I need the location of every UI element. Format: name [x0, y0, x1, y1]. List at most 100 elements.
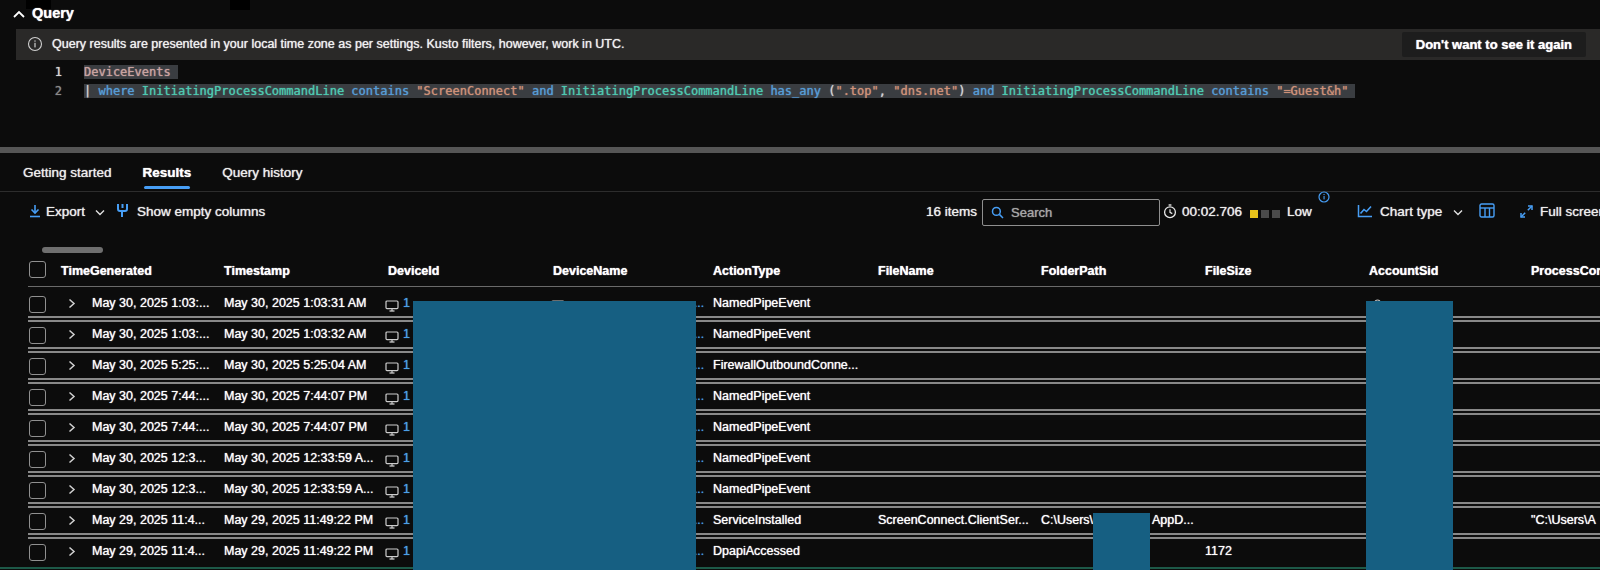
row-expand-icon[interactable]	[66, 453, 77, 464]
cell-filesize: 1172	[1205, 539, 1232, 564]
row-expand-icon[interactable]	[66, 298, 77, 309]
export-chevron-icon[interactable]	[94, 209, 106, 238]
column-header-filesize[interactable]: FileSize	[1205, 256, 1252, 286]
query-section-title: Query	[32, 5, 74, 21]
dismiss-banner-button[interactable]: Don't want to see it again	[1402, 32, 1586, 57]
row-checkbox[interactable]	[29, 482, 46, 499]
row-checkbox[interactable]	[29, 296, 46, 313]
cell-processcommandline: "C:\Users\A	[1531, 508, 1596, 533]
device-icon	[385, 362, 399, 374]
chart-type-chevron-icon[interactable]	[1452, 209, 1464, 238]
advanced-hunting-page: Query Query results are presented in you…	[0, 0, 1600, 570]
row-checkbox[interactable]	[29, 420, 46, 437]
cell-timestamp: May 30, 2025 7:44:07 PM	[224, 415, 367, 440]
device-icon	[385, 486, 399, 498]
table-row[interactable]: May 30, 2025 12:3... May 30, 2025 12:33:5…	[0, 446, 1600, 477]
device-icon	[385, 517, 399, 529]
row-expand-icon[interactable]	[66, 391, 77, 402]
column-header-accountsid[interactable]: AccountSid	[1369, 256, 1438, 286]
row-checkbox[interactable]	[29, 513, 46, 530]
row-checkbox[interactable]	[29, 451, 46, 468]
cell-deviceid[interactable]: 1	[403, 291, 410, 316]
column-header-filename[interactable]: FileName	[878, 256, 934, 286]
device-icon	[385, 424, 399, 436]
results-tab-bar: Getting started Results Query history	[23, 160, 303, 186]
chart-type-button[interactable]: Chart type	[1380, 197, 1442, 226]
row-expand-icon[interactable]	[66, 546, 77, 557]
row-checkbox[interactable]	[29, 389, 46, 406]
grid-scrollbar-thumb[interactable]	[42, 247, 103, 253]
export-button[interactable]: Export	[46, 197, 85, 226]
show-empty-columns-button[interactable]: Show empty columns	[137, 197, 265, 226]
search-placeholder: Search	[1011, 198, 1052, 227]
tab-results[interactable]: Results	[143, 160, 192, 186]
info-banner-text: Query results are presented in your loca…	[52, 37, 624, 51]
cell-deviceid[interactable]: 1	[403, 322, 410, 347]
bottom-divider	[0, 567, 1600, 569]
row-expand-icon[interactable]	[66, 360, 77, 371]
collapse-query-icon[interactable]	[12, 9, 26, 19]
select-all-checkbox[interactable]	[29, 261, 46, 278]
column-header-actiontype[interactable]: ActionType	[713, 256, 780, 286]
cell-timestamp: May 29, 2025 11:49:22 PM	[224, 539, 373, 564]
row-expand-icon[interactable]	[66, 515, 77, 526]
column-header-timegenerated[interactable]: TimeGenerated	[61, 256, 152, 286]
cell-actiontype: NamedPipeEvent	[713, 477, 810, 502]
table-row[interactable]: May 30, 2025 1:03:...May 30, 2025 1:03:3…	[0, 291, 1600, 322]
cell-timegenerated: May 30, 2025 1:03:...	[92, 322, 209, 347]
chart-type-icon	[1357, 204, 1373, 233]
tab-query-history[interactable]: Query history	[222, 160, 302, 186]
tab-getting-started[interactable]: Getting started	[23, 160, 112, 186]
cell-deviceid[interactable]: 1	[403, 384, 410, 409]
cell-deviceid[interactable]: 1	[403, 477, 410, 502]
cell-timestamp: May 30, 2025 7:44:07 PM	[224, 384, 367, 409]
cell-timestamp: May 30, 2025 12:33:59 A...	[224, 446, 373, 471]
column-header-folderpath[interactable]: FolderPath	[1041, 256, 1106, 286]
resource-usage-info-icon[interactable]	[1318, 191, 1330, 220]
column-header-devicename[interactable]: DeviceName	[553, 256, 627, 286]
cell-deviceid[interactable]: 1	[403, 539, 410, 564]
top-artifact	[230, 0, 250, 10]
cell-actiontype: DpapiAccessed	[713, 539, 800, 564]
row-expand-icon[interactable]	[66, 422, 77, 433]
duration-icon	[1163, 204, 1177, 233]
cell-deviceid[interactable]: 1	[403, 353, 410, 378]
cell-deviceid[interactable]: 1	[403, 508, 410, 533]
row-checkbox[interactable]	[29, 358, 46, 375]
resource-usage-label: Low	[1287, 197, 1312, 226]
cell-folderpath: C:\Users\	[1041, 508, 1093, 533]
cell-timestamp: May 30, 2025 1:03:31 AM	[224, 291, 366, 316]
grid-view-icon[interactable]	[1479, 203, 1495, 232]
show-empty-columns-icon	[114, 202, 131, 231]
cell-timestamp: May 29, 2025 11:49:22 PM	[224, 508, 373, 533]
row-expand-icon[interactable]	[66, 484, 77, 495]
cell-filename: ScreenConnect.ClientSer...	[878, 508, 1029, 533]
column-header-timestamp[interactable]: Timestamp	[224, 256, 290, 286]
table-row[interactable]: May 30, 2025 12:3...May 30, 2025 12:33:5…	[0, 477, 1600, 508]
cell-deviceid[interactable]: 1	[403, 415, 410, 440]
table-row[interactable]: May 29, 2025 11:4...May 29, 2025 11:49:2…	[0, 539, 1600, 570]
row-checkbox[interactable]	[29, 544, 46, 561]
device-icon	[385, 331, 399, 343]
table-row[interactable]: May 30, 2025 7:44:...May 30, 2025 7:44:0…	[0, 384, 1600, 415]
row-expand-icon[interactable]	[66, 329, 77, 340]
cell-actiontype: ServiceInstalled	[713, 508, 801, 533]
full-screen-button[interactable]: Full screen	[1540, 197, 1600, 226]
table-row[interactable]: May 30, 2025 5:25:...May 30, 2025 5:25:0…	[0, 353, 1600, 384]
cell-timegenerated: May 30, 2025 12:3...	[92, 446, 206, 471]
editor-results-divider[interactable]	[0, 147, 1600, 153]
cell-timegenerated: May 30, 2025 12:3...	[92, 477, 206, 502]
device-icon	[385, 393, 399, 405]
export-icon	[28, 204, 42, 233]
cell-deviceid[interactable]: 1	[403, 446, 410, 471]
search-box[interactable]: Search	[982, 199, 1160, 226]
cell-actiontype: FirewallOutboundConne...	[713, 353, 858, 378]
row-checkbox[interactable]	[29, 327, 46, 344]
table-row[interactable]: May 29, 2025 11:4...May 29, 2025 11:49:2…	[0, 508, 1600, 539]
table-row[interactable]: May 30, 2025 1:03:...May 30, 2025 1:03:3…	[0, 322, 1600, 353]
column-header-processcommandline[interactable]: ProcessCommandLine	[1531, 256, 1600, 286]
info-banner: Query results are presented in your loca…	[16, 29, 1600, 60]
table-row[interactable]: May 30, 2025 7:44:...May 30, 2025 7:44:0…	[0, 415, 1600, 446]
column-header-deviceid[interactable]: DeviceId	[388, 256, 439, 286]
cell-actiontype: NamedPipeEvent	[713, 322, 810, 347]
